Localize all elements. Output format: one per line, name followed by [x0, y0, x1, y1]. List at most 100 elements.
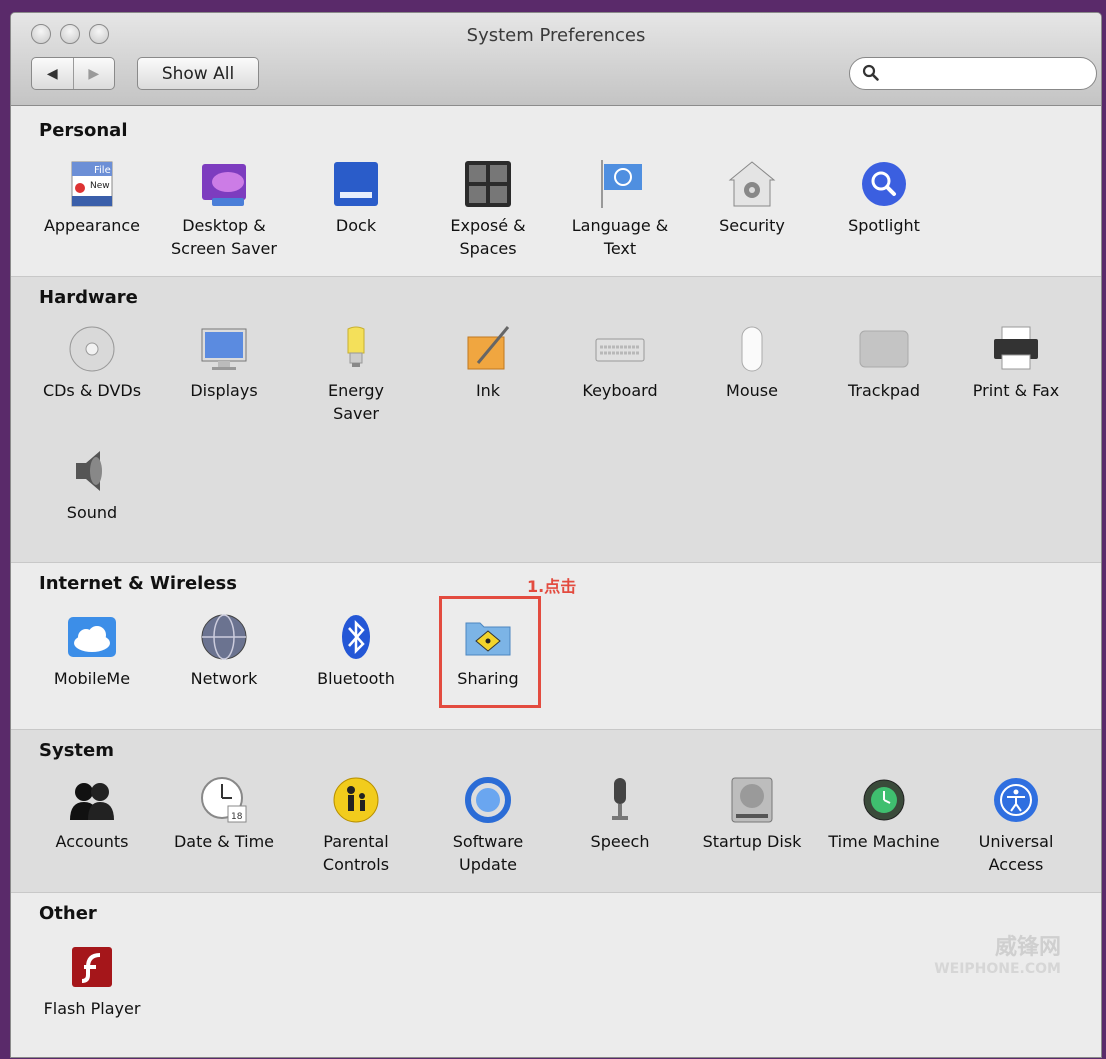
- pane-label-mobileme: MobileMe: [53, 669, 131, 688]
- section-system: System Accounts 18 Date & Time Parental …: [11, 730, 1101, 893]
- spotlight-icon: [862, 162, 906, 206]
- pane-flash-player[interactable]: Flash Player: [27, 941, 157, 1020]
- section-title-other: Other: [39, 903, 97, 924]
- pane-accounts[interactable]: Accounts: [27, 774, 157, 853]
- pane-label-parental: Parental Controls: [322, 832, 390, 874]
- universal-access-icon: [994, 778, 1038, 822]
- pane-label-bluetooth: Bluetooth: [317, 669, 395, 688]
- pane-print-fax[interactable]: Print & Fax: [951, 323, 1081, 402]
- network-globe-icon: [201, 614, 247, 660]
- pane-label-startup: Startup Disk: [702, 832, 802, 851]
- pane-label-network: Network: [190, 669, 258, 688]
- show-all-button[interactable]: Show All: [137, 57, 259, 90]
- pane-label-date-time: Date & Time: [173, 832, 275, 851]
- disc-icon: [69, 326, 115, 372]
- annotation-label: 1.点击: [527, 577, 577, 596]
- pane-label-software-update: Software Update: [452, 832, 524, 874]
- pane-expose-spaces[interactable]: Exposé & Spaces: [423, 158, 553, 260]
- pane-label-mouse: Mouse: [726, 381, 778, 400]
- pane-dock[interactable]: Dock: [291, 158, 421, 237]
- pane-ink[interactable]: Ink: [423, 323, 553, 402]
- section-other: Other Flash Player 威锋网 WEIPHONE.COM: [11, 893, 1101, 1057]
- pane-trackpad[interactable]: Trackpad: [819, 323, 949, 402]
- un-flag-icon: [601, 160, 642, 208]
- pane-label-dock: Dock: [335, 216, 377, 235]
- pane-label-energy: Energy Saver: [327, 381, 384, 423]
- pane-label-appearance: Appearance: [43, 216, 141, 235]
- printer-icon: [994, 326, 1038, 370]
- calendar-day-text: 18: [231, 812, 243, 822]
- pane-network[interactable]: Network: [159, 611, 289, 690]
- security-house-icon: [728, 161, 776, 207]
- bluetooth-icon: [342, 615, 370, 659]
- pane-spotlight[interactable]: Spotlight: [819, 158, 949, 237]
- pane-energy-saver[interactable]: Energy Saver: [291, 323, 421, 425]
- search-icon: [862, 64, 879, 81]
- pane-label-speech: Speech: [590, 832, 650, 851]
- expose-icon: [465, 161, 511, 207]
- pane-label-spotlight: Spotlight: [848, 216, 920, 235]
- search-input[interactable]: [886, 63, 1085, 85]
- pane-label-trackpad: Trackpad: [848, 381, 920, 400]
- pane-time-machine[interactable]: Time Machine: [819, 774, 949, 853]
- pane-label-sound: Sound: [66, 503, 118, 522]
- microphone-icon: [612, 778, 628, 820]
- pane-label-ink: Ink: [475, 381, 501, 400]
- pane-mobileme[interactable]: MobileMe: [27, 611, 157, 690]
- appearance-icon-file-text: File: [94, 165, 111, 176]
- pane-label-keyboard: Keyboard: [582, 381, 658, 400]
- pane-startup-disk[interactable]: Startup Disk: [687, 774, 817, 853]
- pane-label-security: Security: [719, 216, 785, 235]
- speaker-icon: [76, 451, 102, 491]
- pane-bluetooth[interactable]: Bluetooth: [291, 611, 421, 690]
- pane-appearance[interactable]: File New Appearance: [27, 158, 157, 237]
- pane-sound[interactable]: Sound: [27, 445, 157, 524]
- pane-speech[interactable]: Speech: [555, 774, 685, 853]
- clock-calendar-icon: 18: [201, 777, 247, 823]
- dock-icon: [334, 162, 378, 206]
- title-bar: System Preferences ◀ ▶ Show All: [11, 13, 1101, 106]
- window-title: System Preferences: [466, 25, 646, 46]
- section-title-personal: Personal: [39, 120, 128, 141]
- pane-label-time-machine: Time Machine: [828, 832, 940, 851]
- ink-icon: [467, 326, 510, 370]
- back-button[interactable]: ◀: [32, 58, 74, 89]
- pane-label-language: Language & Text: [571, 216, 669, 258]
- pane-label-accounts: Accounts: [55, 832, 129, 851]
- pane-displays[interactable]: Displays: [159, 323, 289, 402]
- pane-mouse[interactable]: Mouse: [687, 323, 817, 402]
- pane-security[interactable]: Security: [687, 158, 817, 237]
- keyboard-icon: [595, 338, 645, 362]
- mobileme-cloud-icon: [68, 617, 116, 657]
- software-update-icon: [465, 777, 511, 823]
- flash-player-icon: [72, 947, 112, 987]
- accounts-icon: [70, 783, 114, 820]
- forward-button[interactable]: ▶: [74, 58, 115, 89]
- pane-label-cds: CDs & DVDs: [42, 381, 142, 400]
- pane-date-time[interactable]: 18 Date & Time: [159, 774, 289, 853]
- pane-software-update[interactable]: Software Update: [423, 774, 553, 876]
- section-personal: Personal File New Appearance Desktop & S…: [11, 106, 1101, 277]
- pane-universal-access[interactable]: Universal Access: [951, 774, 1081, 876]
- pane-label-universal: Universal Access: [978, 832, 1054, 874]
- desktop-icon: [202, 164, 246, 206]
- navigation-buttons: ◀ ▶: [31, 57, 115, 90]
- appearance-icon-new-text: New: [90, 181, 110, 191]
- section-title-system: System: [39, 740, 114, 761]
- system-preferences-window: System Preferences ◀ ▶ Show All Personal…: [10, 12, 1102, 1058]
- hard-disk-icon: [731, 777, 773, 823]
- pane-desktop-screen-saver[interactable]: Desktop & Screen Saver: [159, 158, 289, 260]
- pane-label-print: Print & Fax: [972, 381, 1060, 400]
- pane-keyboard[interactable]: Keyboard: [555, 323, 685, 402]
- pane-cds-dvds[interactable]: CDs & DVDs: [27, 323, 157, 402]
- pane-label-flash: Flash Player: [43, 999, 141, 1018]
- time-machine-icon: [863, 779, 905, 821]
- watermark: 威锋网 WEIPHONE.COM: [934, 929, 1061, 977]
- section-hardware: Hardware CDs & DVDs Displays Energy Save: [11, 277, 1101, 563]
- pane-parental-controls[interactable]: Parental Controls: [291, 774, 421, 876]
- mouse-icon: [741, 326, 763, 372]
- watermark-line2: WEIPHONE.COM: [934, 961, 1061, 977]
- trackpad-icon: [859, 330, 909, 368]
- pane-language-text[interactable]: Language & Text: [555, 158, 685, 260]
- search-field[interactable]: [849, 57, 1097, 90]
